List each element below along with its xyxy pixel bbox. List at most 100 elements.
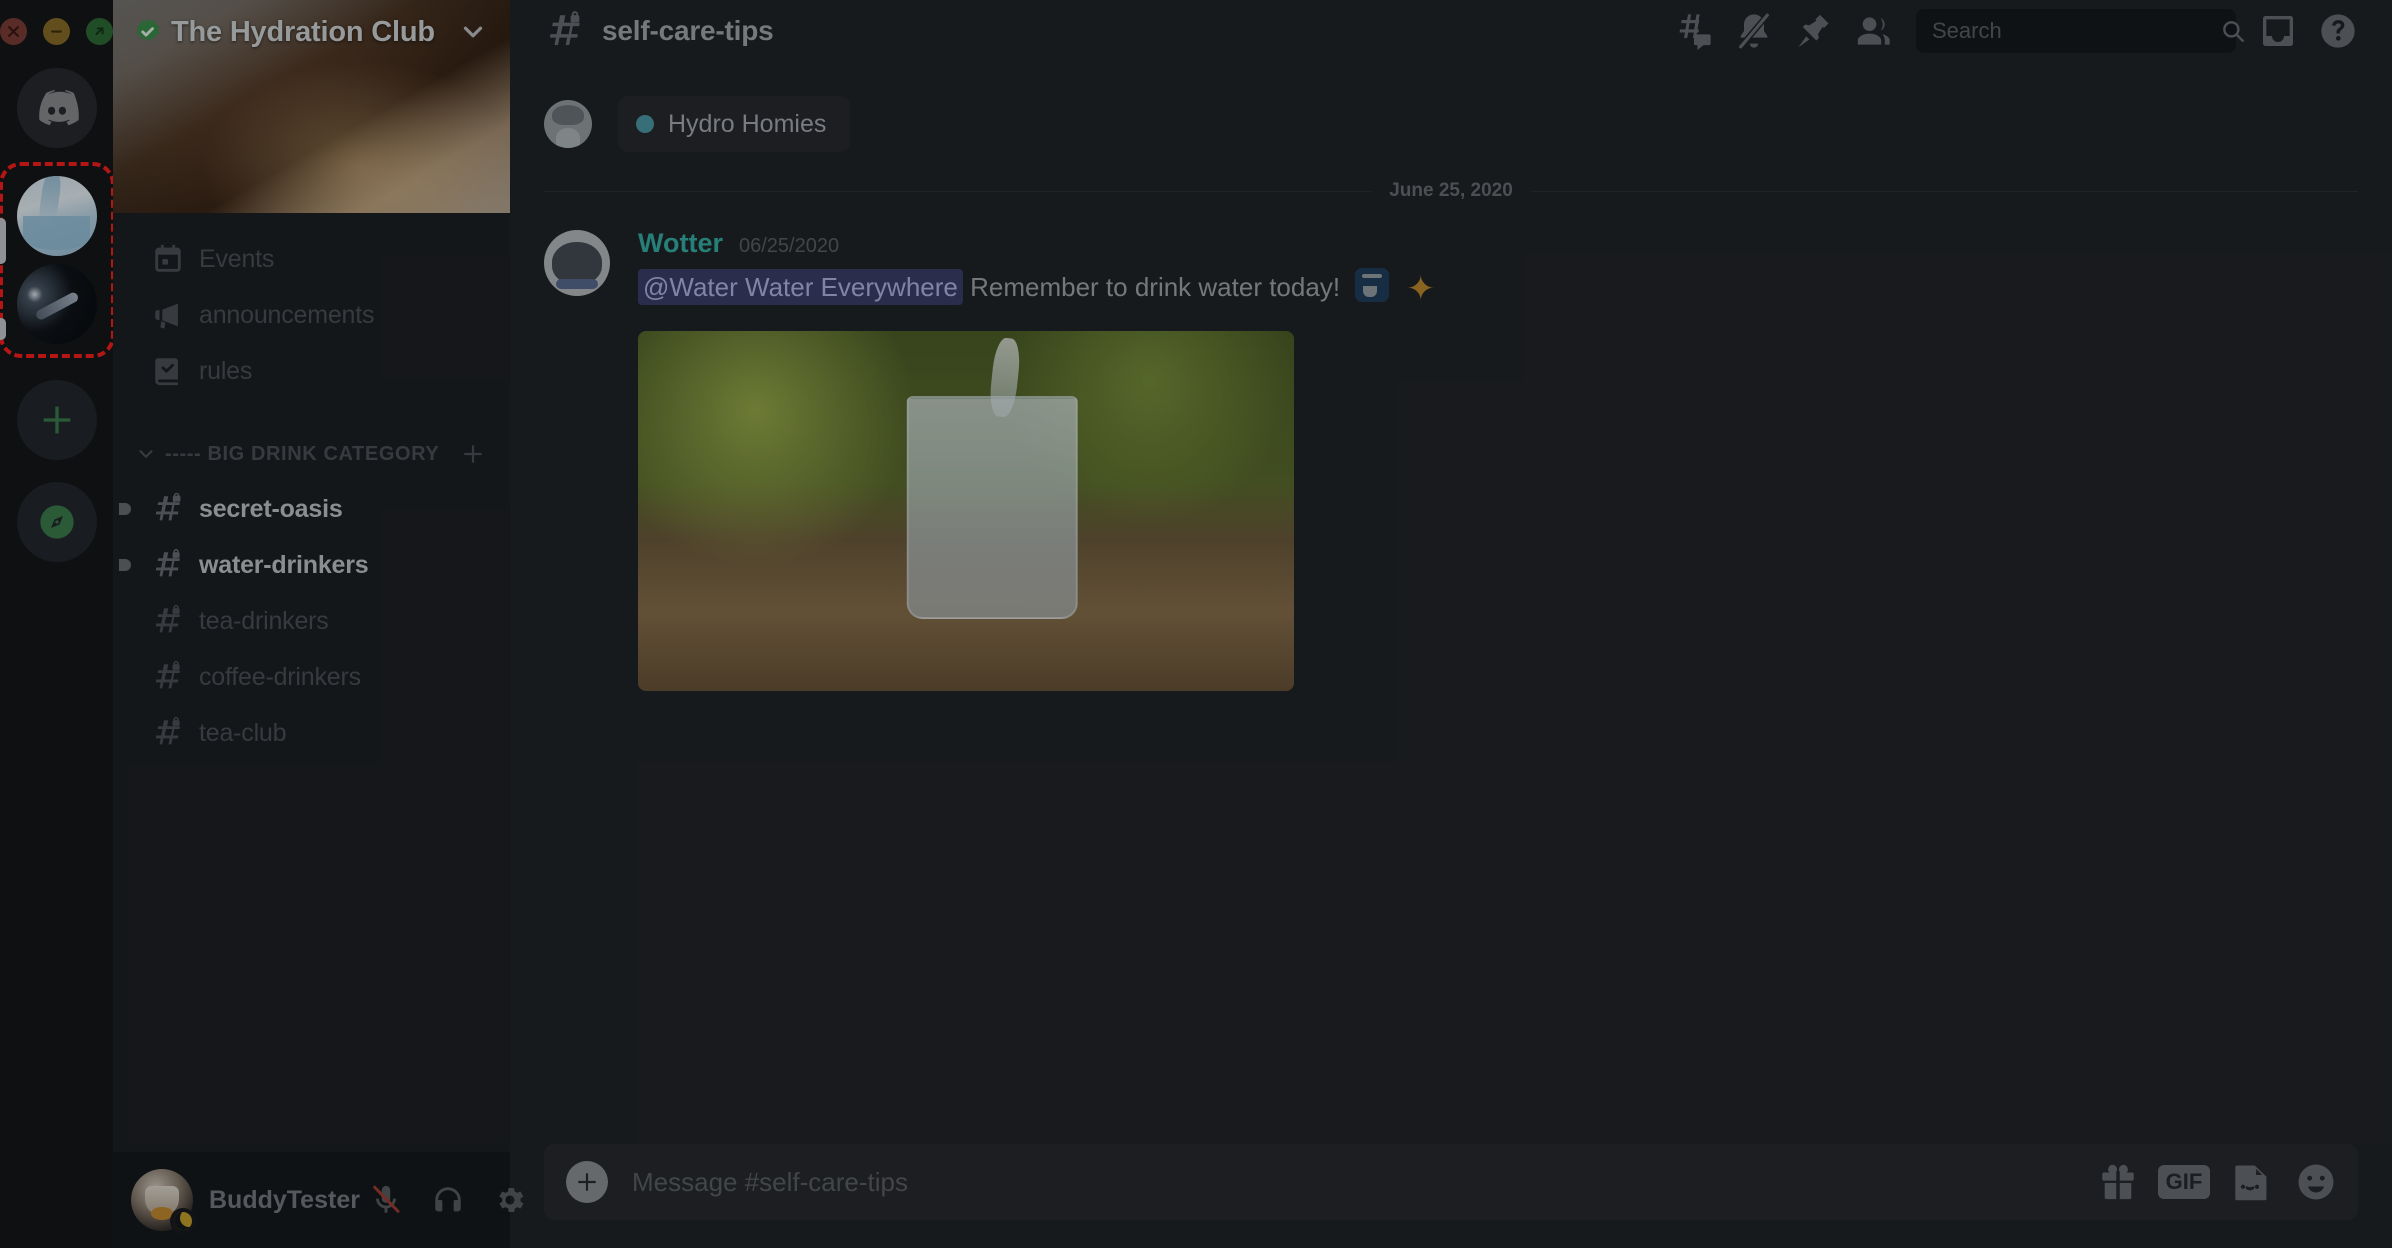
- channel-item-water-drinkers[interactable]: water-drinkers: [119, 537, 498, 593]
- hash-lock-icon: [151, 492, 185, 526]
- channel-label: tea-drinkers: [199, 606, 329, 635]
- channel-item-tea-drinkers[interactable]: tea-drinkers: [121, 593, 498, 649]
- channel-label: announcements: [199, 300, 375, 329]
- water-glass-detail: [906, 395, 1078, 619]
- channel-label: Events: [199, 244, 275, 273]
- hash-lock-icon: [151, 548, 185, 582]
- rulebook-icon: [151, 354, 185, 388]
- channel-item-secret-oasis[interactable]: secret-oasis: [119, 481, 498, 537]
- message-body: Wotter 06/25/2020 @Water Water Everywher…: [638, 228, 2358, 691]
- server-unread-indicator-1: [0, 218, 6, 264]
- explore-servers-button[interactable]: [16, 482, 97, 562]
- channel-item-tea-club[interactable]: tea-club: [121, 705, 498, 761]
- channel-label: coffee-drinkers: [199, 662, 361, 691]
- channel-label: water-drinkers: [199, 550, 369, 579]
- server-banner-image: The Hydration Club: [113, 0, 510, 213]
- message-attachment-image[interactable]: [638, 330, 1294, 691]
- role-color-dot: [636, 115, 654, 133]
- message-header: Wotter 06/25/2020: [638, 228, 2358, 259]
- upload-file-button[interactable]: [566, 1161, 608, 1203]
- chevron-down-icon[interactable]: [135, 443, 157, 465]
- bell-muted-icon[interactable]: [1724, 1, 1784, 61]
- channel-label: rules: [199, 356, 253, 385]
- window-minimize-button[interactable]: [43, 17, 70, 45]
- channel-sidebar: The Hydration Club Events announcements: [113, 0, 524, 1248]
- search-icon: [2220, 18, 2246, 44]
- message-row: Wotter 06/25/2020 @Water Water Everywher…: [510, 228, 2392, 691]
- avatar[interactable]: [544, 230, 610, 296]
- hash-lock-icon: [151, 660, 185, 694]
- window-close-button[interactable]: [0, 17, 27, 45]
- hash-lock-icon: [151, 604, 185, 638]
- message-author[interactable]: Wotter: [638, 228, 723, 259]
- gear-icon[interactable]: [484, 1174, 536, 1226]
- avatar[interactable]: [131, 1169, 196, 1234]
- help-icon[interactable]: [2308, 1, 2368, 61]
- avatar[interactable]: [544, 100, 592, 148]
- plus-icon: [43, 406, 70, 434]
- date-divider-label: June 25, 2020: [1389, 180, 1513, 201]
- server-dropdown-chevron-down-icon[interactable]: [458, 17, 488, 47]
- gif-icon[interactable]: GIF: [2157, 1158, 2211, 1206]
- divider-line-left: [544, 190, 1372, 192]
- mention-pill[interactable]: @Water Water Everywhere: [638, 269, 963, 305]
- divider-line-right: [1530, 190, 2358, 192]
- message-input[interactable]: [632, 1166, 2094, 1198]
- status-badge[interactable]: Hydro Homies: [618, 96, 851, 152]
- user-panel-actions: [360, 1174, 536, 1226]
- server-header[interactable]: The Hydration Club: [113, 0, 510, 64]
- search-input-wrapper[interactable]: [1916, 9, 2244, 53]
- create-channel-plus-icon[interactable]: [460, 441, 486, 467]
- megaphone-icon: [151, 298, 185, 332]
- channel-list: Events announcements rules ----- BIG DRI…: [113, 213, 510, 1152]
- gif-label: GIF: [2157, 1165, 2211, 1199]
- microphone-muted-icon[interactable]: [360, 1174, 412, 1226]
- add-server-button[interactable]: [16, 380, 97, 460]
- discord-home-button[interactable]: [16, 68, 97, 148]
- channel-item-announcements[interactable]: announcements: [121, 287, 498, 343]
- channel-label: secret-oasis: [199, 494, 343, 523]
- channel-item-events[interactable]: Events: [121, 231, 498, 287]
- composer-actions: GIF: [2094, 1158, 2340, 1206]
- message-list: Hydro Homies June 25, 2020 Wotter 06/25/…: [510, 62, 2392, 1144]
- server-icon-hydration-club[interactable]: [16, 176, 97, 256]
- calendar-icon: [151, 242, 185, 276]
- members-icon[interactable]: [1844, 1, 1904, 61]
- server-rail: [0, 0, 115, 1248]
- sparkles-emoji: ✦: [1406, 270, 1436, 308]
- highlighted-server-group: [0, 162, 115, 358]
- discord-window: The Hydration Club Events announcements: [0, 0, 2392, 1248]
- username: BuddyTester: [209, 1185, 360, 1214]
- role-label: Hydro Homies: [668, 109, 827, 138]
- unread-indicator: [119, 503, 131, 515]
- server-icon-mic[interactable]: [16, 264, 97, 344]
- window-controls: [0, 8, 113, 54]
- date-divider: June 25, 2020: [510, 180, 2392, 202]
- hash-lock-icon: [544, 10, 586, 52]
- hash-lock-icon: [151, 716, 185, 750]
- search-input[interactable]: [1932, 18, 2220, 44]
- category-label: ----- BIG DRINK CATEGORY: [165, 442, 440, 465]
- role-tag-row: Hydro Homies: [510, 96, 2392, 152]
- channel-item-coffee-drinkers[interactable]: coffee-drinkers: [121, 649, 498, 705]
- verified-badge-icon: [136, 18, 160, 41]
- gift-icon[interactable]: [2094, 1158, 2142, 1206]
- headphones-icon[interactable]: [422, 1174, 474, 1226]
- plus-icon: [578, 1173, 596, 1191]
- compass-icon: [39, 505, 74, 539]
- channel-category-header[interactable]: ----- BIG DRINK CATEGORY: [113, 427, 510, 481]
- message-composer[interactable]: GIF: [544, 1144, 2358, 1220]
- channel-label: tea-club: [199, 718, 287, 747]
- page-title: self-care-tips: [602, 15, 774, 46]
- threads-icon[interactable]: [1664, 1, 1724, 61]
- emoji-icon[interactable]: [2292, 1158, 2340, 1206]
- pin-icon[interactable]: [1784, 1, 1844, 61]
- server-unread-indicator-2: [0, 318, 6, 340]
- status-badge: [170, 1208, 196, 1234]
- inbox-icon[interactable]: [2248, 1, 2308, 61]
- sticker-icon[interactable]: [2226, 1158, 2274, 1206]
- potable-water-emoji: [1355, 268, 1390, 302]
- window-maximize-button[interactable]: [86, 17, 113, 45]
- message-text: Remember to drink water today!: [970, 272, 1341, 302]
- channel-item-rules[interactable]: rules: [121, 343, 498, 399]
